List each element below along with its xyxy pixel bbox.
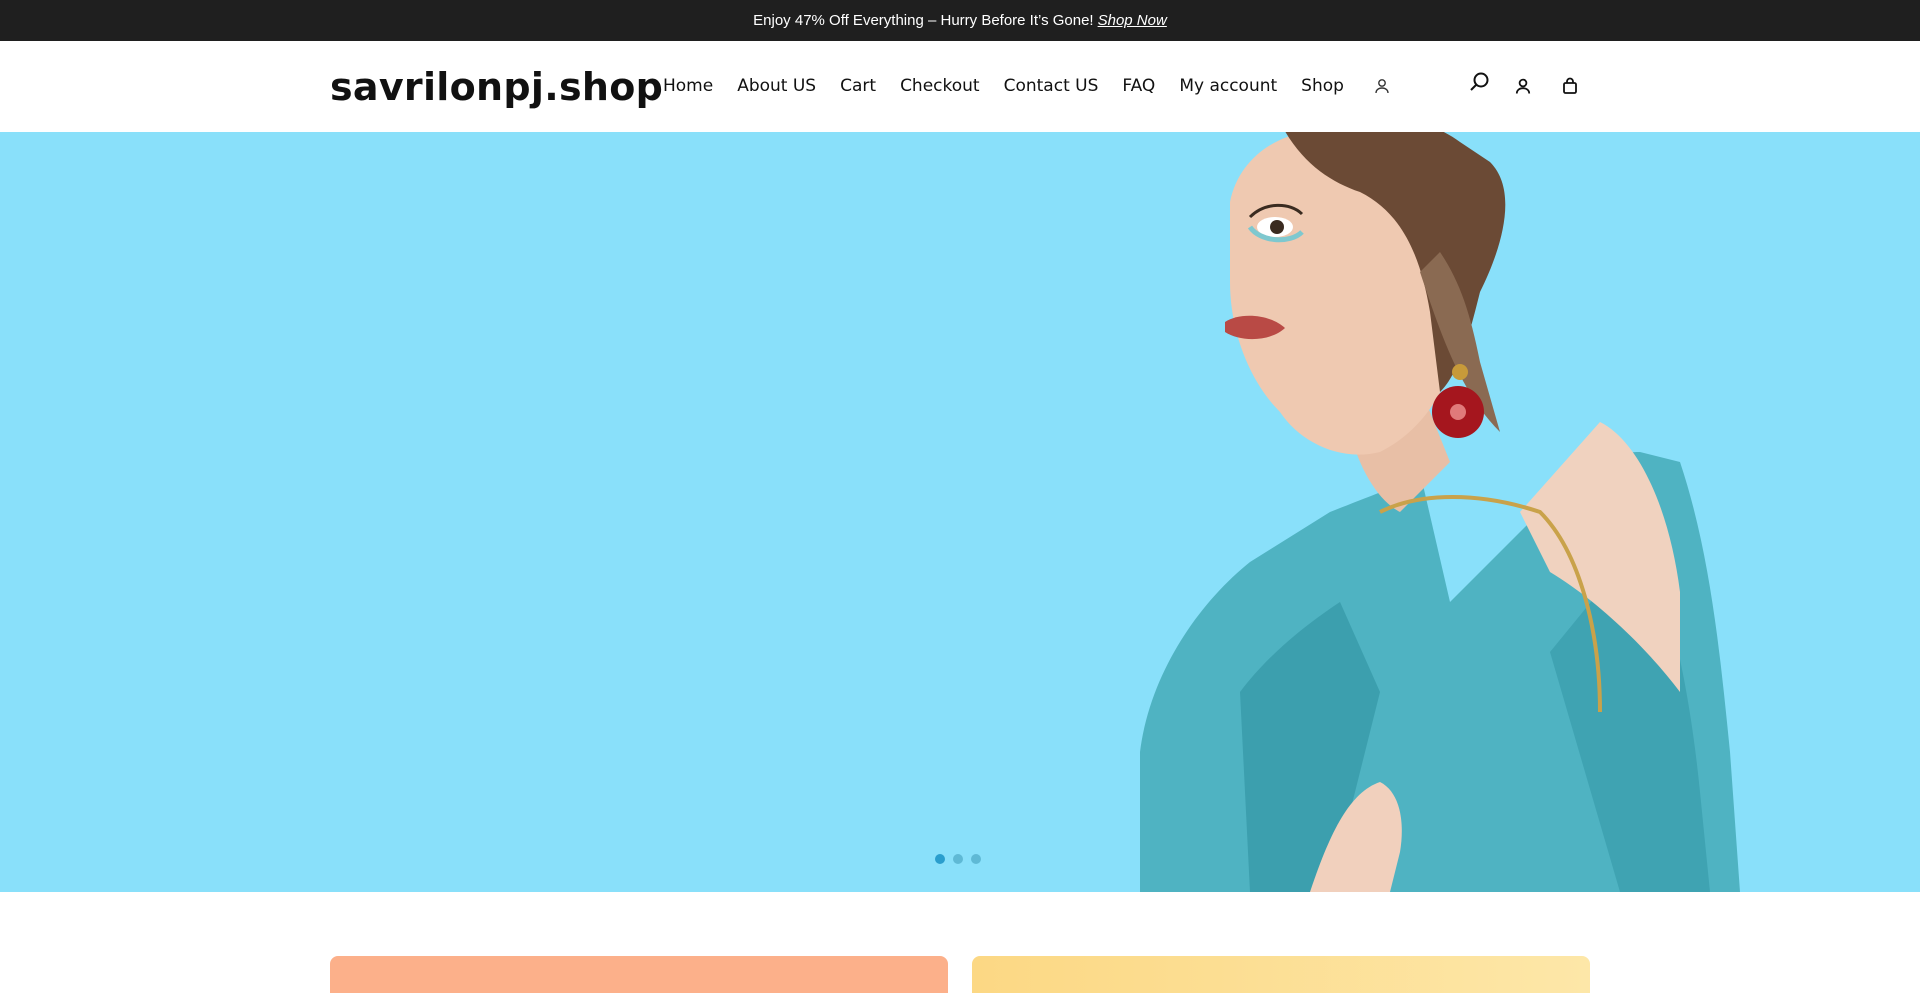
account-icon[interactable]	[1369, 73, 1395, 99]
search-icon[interactable]	[1466, 69, 1492, 95]
promo-cards	[330, 956, 1590, 993]
nav-shop[interactable]: Shop	[1301, 76, 1344, 96]
slider-dot-2[interactable]	[953, 854, 963, 864]
nav-my-account[interactable]: My account	[1179, 76, 1277, 96]
hero-slider	[0, 132, 1920, 892]
promo-card-left[interactable]	[330, 956, 948, 993]
cart-bag-icon[interactable]	[1557, 73, 1583, 99]
hero-model-image	[1140, 132, 1740, 892]
announcement-bar: Enjoy 47% Off Everything – Hurry Before …	[0, 0, 1920, 41]
shop-now-link[interactable]: Shop Now	[1098, 12, 1167, 29]
slider-dot-1[interactable]	[935, 854, 945, 864]
main-nav: Home About US Cart Checkout Contact US F…	[663, 76, 1344, 96]
site-logo[interactable]: savrilonpj.shop	[330, 65, 663, 109]
nav-home[interactable]: Home	[663, 76, 713, 96]
nav-faq[interactable]: FAQ	[1122, 76, 1155, 96]
site-header: savrilonpj.shop Home About US Cart Check…	[0, 41, 1920, 132]
slider-dot-3[interactable]	[971, 854, 981, 864]
slider-dots	[935, 854, 981, 864]
nav-about-us[interactable]: About US	[737, 76, 816, 96]
promo-card-right[interactable]	[972, 956, 1590, 993]
nav-cart[interactable]: Cart	[840, 76, 876, 96]
user-icon[interactable]	[1510, 73, 1536, 99]
nav-checkout[interactable]: Checkout	[900, 76, 980, 96]
announcement-text: Enjoy 47% Off Everything – Hurry Before …	[753, 12, 1094, 29]
nav-contact-us[interactable]: Contact US	[1004, 76, 1099, 96]
